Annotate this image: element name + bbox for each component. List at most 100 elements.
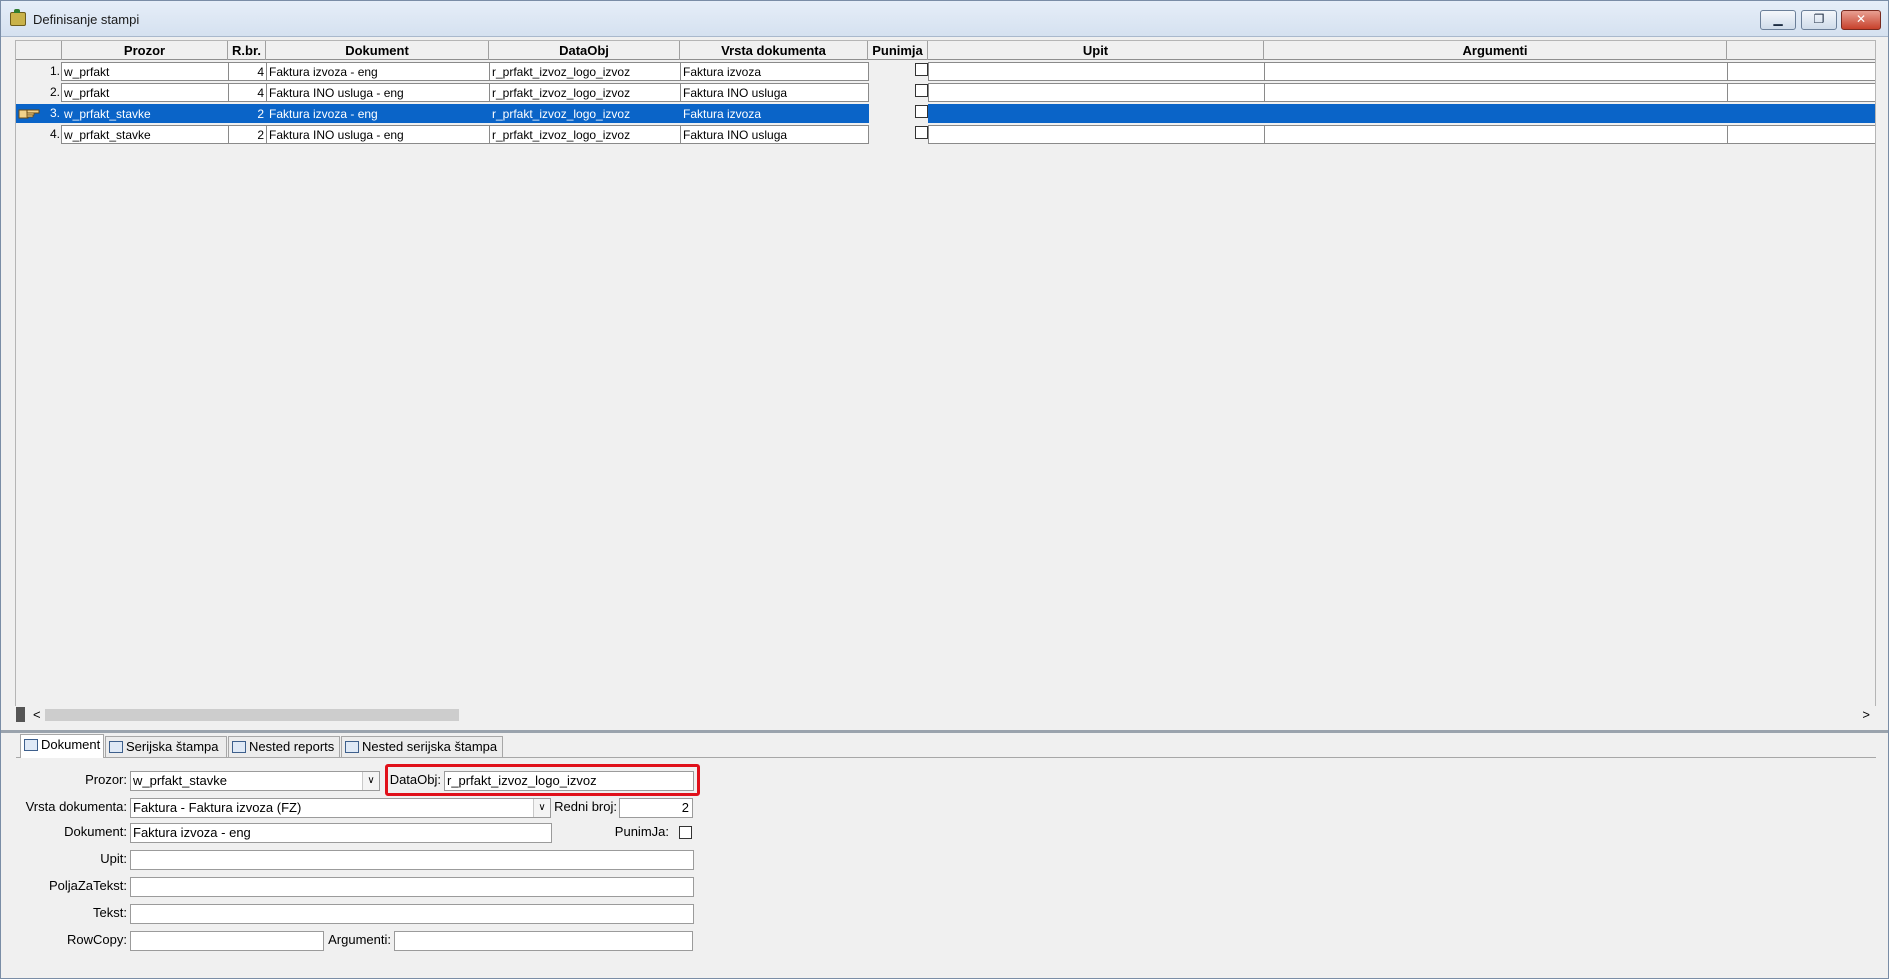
- table-row[interactable]: 4. w_prfakt_stavke 2 Faktura INO usluga …: [16, 124, 1875, 145]
- cell-dokument[interactable]: Faktura izvoza - eng: [266, 62, 490, 81]
- prozor-value: w_prfakt_stavke: [133, 773, 227, 788]
- vrsta-dropdown[interactable]: Faktura - Faktura izvoza (FZ) ∨: [130, 798, 551, 818]
- cell-upit[interactable]: [928, 104, 1265, 123]
- header-rbr[interactable]: R.br.: [228, 41, 266, 60]
- row-number: 4.: [16, 125, 61, 144]
- window-title: Definisanje stampi: [33, 12, 140, 27]
- tab-label: Dokument: [41, 737, 101, 752]
- pane-splitter[interactable]: [1, 730, 1888, 733]
- cell-rbr[interactable]: 2: [228, 104, 267, 123]
- polja-za-tekst-label: PoljaZaTekst:: [48, 878, 127, 893]
- restore-button[interactable]: ❐: [1801, 10, 1837, 30]
- dokument-field[interactable]: Faktura izvoza - eng: [130, 823, 552, 843]
- cell-punimja-checkbox[interactable]: [915, 84, 928, 97]
- tekst-label: Tekst:: [93, 905, 127, 920]
- cell-filler: [1727, 62, 1875, 81]
- tekst-field[interactable]: [130, 904, 694, 924]
- vrsta-value: Faktura - Faktura izvoza (FZ): [133, 800, 302, 815]
- argumenti-label: Argumenti:: [328, 932, 391, 947]
- printer-icon: [109, 741, 123, 753]
- cell-prozor[interactable]: w_prfakt_stavke: [61, 104, 229, 123]
- header-vrsta[interactable]: Vrsta dokumenta: [680, 41, 868, 60]
- cell-prozor[interactable]: w_prfakt: [61, 83, 229, 102]
- cell-upit[interactable]: [928, 62, 1265, 81]
- dokument-label: Dokument:: [64, 824, 127, 839]
- nested-print-icon: [345, 741, 359, 753]
- cell-rbr[interactable]: 4: [228, 62, 267, 81]
- polja-za-tekst-field[interactable]: [130, 877, 694, 897]
- minimize-button[interactable]: ▁: [1760, 10, 1796, 30]
- cell-upit[interactable]: [928, 83, 1265, 102]
- prozor-dropdown[interactable]: w_prfakt_stavke ∨: [130, 771, 380, 791]
- punimja-checkbox[interactable]: [679, 826, 692, 839]
- tab-serijska-stampa[interactable]: Serijska štampa: [105, 736, 227, 757]
- scroll-thumb[interactable]: [45, 709, 459, 721]
- cell-vrsta[interactable]: Faktura INO usluga: [680, 125, 869, 144]
- pointing-hand-icon: [18, 109, 40, 119]
- split-handle[interactable]: [16, 707, 25, 722]
- scroll-left-arrow[interactable]: <: [33, 706, 41, 723]
- scroll-right-arrow[interactable]: >: [1862, 706, 1870, 723]
- header-dokument[interactable]: Dokument: [266, 41, 489, 60]
- cell-prozor[interactable]: w_prfakt: [61, 62, 229, 81]
- row-number: 1.: [16, 62, 61, 81]
- cell-filler: [1727, 83, 1875, 102]
- header-punimja[interactable]: Punimja: [868, 41, 928, 60]
- upit-field[interactable]: [130, 850, 694, 870]
- cell-argumenti[interactable]: [1264, 62, 1728, 81]
- cell-dokument[interactable]: Faktura izvoza - eng: [266, 104, 490, 123]
- table-row[interactable]: 1. w_prfakt 4 Faktura izvoza - eng r_prf…: [16, 61, 1875, 82]
- cell-vrsta[interactable]: Faktura izvoza: [680, 104, 869, 123]
- argumenti-field[interactable]: [394, 931, 693, 951]
- redni-broj-label: Redni broj:: [554, 799, 617, 814]
- vrsta-label: Vrsta dokumenta:: [25, 799, 127, 814]
- tab-label: Nested reports: [249, 739, 335, 754]
- chevron-down-icon[interactable]: ∨: [533, 799, 550, 817]
- chevron-down-icon[interactable]: ∨: [362, 772, 379, 790]
- cell-dokument[interactable]: Faktura INO usluga - eng: [266, 83, 490, 102]
- close-button[interactable]: ✕: [1841, 10, 1881, 30]
- row-number: 2.: [16, 83, 61, 102]
- cell-dataobj[interactable]: r_prfakt_izvoz_logo_izvoz: [489, 62, 681, 81]
- grid-header: Prozor R.br. Dokument DataObj Vrsta doku…: [16, 41, 1875, 60]
- redni-broj-field[interactable]: 2: [619, 798, 693, 818]
- clipboard-icon: [232, 741, 246, 753]
- cell-rbr[interactable]: 4: [228, 83, 267, 102]
- tab-nested-reports[interactable]: Nested reports: [228, 736, 340, 757]
- header-argumenti[interactable]: Argumenti: [1264, 41, 1727, 60]
- table-row-selected[interactable]: 3. w_prfakt_stavke 2 Faktura izvoza - en…: [16, 103, 1875, 124]
- header-filler: [1727, 41, 1875, 60]
- main-window: Definisanje stampi ▁ ❐ ✕ Prozor R.br. Do…: [0, 0, 1889, 979]
- cell-argumenti[interactable]: [1264, 104, 1728, 123]
- cell-dokument[interactable]: Faktura INO usluga - eng: [266, 125, 490, 144]
- cell-argumenti[interactable]: [1264, 83, 1728, 102]
- prozor-label: Prozor:: [85, 772, 127, 787]
- cell-punimja-checkbox[interactable]: [915, 105, 928, 118]
- cell-vrsta[interactable]: Faktura INO usluga: [680, 83, 869, 102]
- table-row[interactable]: 2. w_prfakt 4 Faktura INO usluga - eng r…: [16, 82, 1875, 103]
- cell-punimja-checkbox[interactable]: [915, 63, 928, 76]
- cell-dataobj[interactable]: r_prfakt_izvoz_logo_izvoz: [489, 125, 681, 144]
- dataobj-label: DataObj:: [389, 772, 441, 787]
- tab-nested-serijska-stampa[interactable]: Nested serijska štampa: [341, 736, 503, 757]
- upit-label: Upit:: [100, 851, 127, 866]
- horizontal-scrollbar[interactable]: < >: [15, 706, 1876, 723]
- cell-vrsta[interactable]: Faktura izvoza: [680, 62, 869, 81]
- punimja-label: PunimJa:: [614, 824, 669, 839]
- header-prozor[interactable]: Prozor: [62, 41, 228, 60]
- cell-prozor[interactable]: w_prfakt_stavke: [61, 125, 229, 144]
- dataobj-field[interactable]: r_prfakt_izvoz_logo_izvoz: [444, 771, 694, 791]
- cell-rbr[interactable]: 2: [228, 125, 267, 144]
- cell-dataobj[interactable]: r_prfakt_izvoz_logo_izvoz: [489, 83, 681, 102]
- cell-filler: [1727, 125, 1875, 144]
- prints-grid[interactable]: Prozor R.br. Dokument DataObj Vrsta doku…: [15, 40, 1876, 713]
- cell-punimja-checkbox[interactable]: [915, 126, 928, 139]
- rowcopy-field[interactable]: [130, 931, 324, 951]
- app-icon: [10, 9, 26, 26]
- cell-dataobj[interactable]: r_prfakt_izvoz_logo_izvoz: [489, 104, 681, 123]
- cell-argumenti[interactable]: [1264, 125, 1728, 144]
- header-dataobj[interactable]: DataObj: [489, 41, 680, 60]
- tab-dokument[interactable]: Dokument: [20, 734, 104, 758]
- cell-upit[interactable]: [928, 125, 1265, 144]
- header-upit[interactable]: Upit: [928, 41, 1264, 60]
